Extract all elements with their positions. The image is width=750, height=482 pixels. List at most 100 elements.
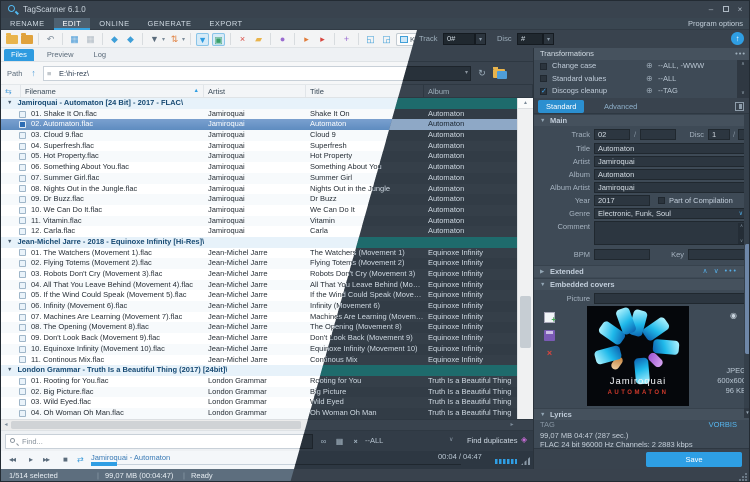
window-layout-icon[interactable]: ◱ bbox=[364, 33, 377, 46]
section-main[interactable]: ▼ Main bbox=[534, 114, 750, 126]
play-file-icon[interactable]: ▸ bbox=[300, 33, 313, 46]
disc-number-input[interactable]: # bbox=[517, 33, 543, 45]
transformation-item[interactable]: ✓Discogs cleanup⊕--TAG bbox=[534, 85, 750, 98]
scrollbar-thumb[interactable] bbox=[520, 296, 531, 348]
key-input[interactable] bbox=[688, 249, 747, 260]
expand-icon[interactable]: ▶ bbox=[540, 266, 544, 278]
scripts-icon[interactable]: + bbox=[340, 33, 353, 46]
scroll-up-icon[interactable]: ∧ bbox=[737, 60, 749, 69]
collapse-icon[interactable]: ▼ bbox=[7, 365, 12, 376]
refresh-icon[interactable]: ↻ bbox=[475, 66, 489, 81]
select-all-icon[interactable]: ▦ bbox=[68, 33, 81, 46]
scroll-down-icon[interactable]: ∨ bbox=[737, 89, 749, 98]
collapse-icon[interactable]: ▼ bbox=[540, 115, 545, 127]
undo-icon[interactable]: ↶ bbox=[44, 33, 57, 46]
track-input[interactable]: 02 bbox=[594, 129, 630, 140]
sort-icon[interactable]: ⇅ bbox=[168, 33, 181, 46]
maximize-button[interactable] bbox=[720, 4, 732, 15]
chevron-down-icon[interactable]: ▾ bbox=[543, 33, 554, 45]
find-duplicates-button[interactable]: Find duplicates bbox=[467, 436, 517, 445]
preview-pane-icon[interactable]: ▣ bbox=[212, 33, 225, 46]
tab-preview[interactable]: Preview bbox=[40, 49, 81, 61]
checkbox[interactable] bbox=[540, 63, 547, 70]
unselect-all-icon[interactable]: ▦ bbox=[84, 33, 97, 46]
save-picture-icon[interactable] bbox=[544, 330, 555, 341]
browse-folders-icon[interactable] bbox=[493, 69, 505, 78]
album-art[interactable]: Jamiroquai AUTOMATON bbox=[587, 306, 689, 406]
filter-icon[interactable]: ▼ bbox=[196, 33, 209, 46]
picture-name-input[interactable] bbox=[594, 293, 747, 304]
add-folder-icon[interactable] bbox=[21, 35, 33, 44]
chevron-down-icon[interactable]: ▾ bbox=[475, 33, 486, 45]
close-button[interactable]: × bbox=[734, 4, 746, 15]
find-duplicates-icon[interactable]: ◈ bbox=[521, 435, 527, 444]
menu-item-edit[interactable]: EDIT bbox=[54, 18, 91, 30]
vertical-scrollbar[interactable]: ▲ bbox=[517, 98, 533, 419]
path-up-button[interactable]: ↑ bbox=[27, 66, 40, 80]
disc-input[interactable]: 1 bbox=[708, 129, 730, 140]
menu-item-rename[interactable]: RENAME bbox=[1, 18, 54, 30]
search-scope-dropdown[interactable]: --ALL bbox=[365, 436, 383, 445]
transformation-item[interactable]: Standard values⊕--ALL bbox=[534, 73, 750, 86]
artist-info-icon[interactable]: ● bbox=[276, 33, 289, 46]
field-reorder-icons[interactable]: ∧ ∨ ••• bbox=[703, 266, 739, 278]
collapse-icon[interactable]: ▼ bbox=[7, 237, 12, 248]
scroll-down-icon[interactable]: ▼ bbox=[744, 408, 750, 418]
remove-tag-icon[interactable]: × bbox=[236, 33, 249, 46]
scroll-right-icon[interactable]: ▸ bbox=[507, 420, 517, 430]
player-next-icon[interactable]: ▸▸ bbox=[43, 455, 49, 464]
transformations-scrollbar[interactable]: ∧ ∨ bbox=[737, 60, 749, 98]
album-artist-input[interactable]: Jamiroquai bbox=[594, 182, 747, 193]
resize-grip[interactable] bbox=[739, 472, 748, 481]
menu-item-online[interactable]: ONLINE bbox=[90, 18, 138, 30]
editor-scrollbar[interactable] bbox=[744, 114, 750, 408]
find-input[interactable]: Find... bbox=[5, 434, 305, 449]
image-search-icon[interactable]: ▦ bbox=[333, 435, 346, 448]
playlist-icon[interactable]: ▸ bbox=[316, 33, 329, 46]
section-lyrics[interactable]: ▼ Lyrics bbox=[534, 408, 750, 420]
tab-log[interactable]: Log bbox=[87, 49, 114, 61]
delete-picture-icon[interactable]: × bbox=[544, 348, 555, 359]
track-number-input[interactable]: 0# bbox=[443, 33, 475, 45]
column-header-artist[interactable]: Artist bbox=[204, 85, 306, 97]
checkbox[interactable]: ✓ bbox=[540, 88, 547, 95]
title-input[interactable]: Automaton bbox=[594, 143, 747, 154]
comment-textarea[interactable]: ∧∨ bbox=[594, 221, 747, 245]
scroll-up-icon[interactable]: ▲ bbox=[518, 98, 533, 109]
year-input[interactable]: 2017 bbox=[594, 195, 650, 206]
go-button[interactable]: ↑ bbox=[731, 32, 744, 45]
scroll-left-icon[interactable]: ◂ bbox=[1, 420, 11, 430]
menu-item-export[interactable]: EXPORT bbox=[200, 18, 251, 30]
column-header-album[interactable]: Album bbox=[424, 85, 533, 97]
transformation-item[interactable]: Change case⊕--ALL, -WWW bbox=[534, 60, 750, 73]
write-tag-icon[interactable]: ▰ bbox=[252, 33, 265, 46]
player-stop-icon[interactable]: ■ bbox=[63, 455, 67, 464]
column-header-filename[interactable]: Filename▲ bbox=[21, 85, 204, 97]
key-icon[interactable]: + bbox=[346, 432, 364, 450]
add-picture-icon[interactable] bbox=[544, 312, 555, 323]
prev-file-icon[interactable]: ◆ bbox=[108, 33, 121, 46]
tab-advanced[interactable]: Advanced bbox=[596, 100, 645, 113]
chevron-down-icon[interactable]: ∨ bbox=[739, 209, 743, 219]
collapse-icon[interactable]: ▼ bbox=[540, 279, 545, 291]
chevron-down-icon[interactable]: ▾ bbox=[162, 36, 165, 43]
volume-slider[interactable] bbox=[495, 459, 517, 464]
tab-files[interactable]: Files bbox=[4, 49, 34, 61]
album-input[interactable]: Automaton bbox=[594, 169, 747, 180]
window-layout-2-icon[interactable]: ◲ bbox=[380, 33, 393, 46]
chevron-down-icon[interactable]: ∨ bbox=[449, 436, 453, 443]
player-prev-icon[interactable]: ◂◂ bbox=[9, 455, 15, 464]
swap-columns-icon[interactable]: ⇆ bbox=[1, 85, 21, 97]
open-folder-icon[interactable] bbox=[6, 35, 18, 44]
menu-item-generate[interactable]: GENERATE bbox=[139, 18, 201, 30]
checkbox[interactable] bbox=[540, 75, 547, 82]
player-play-icon[interactable]: ▸ bbox=[29, 455, 32, 464]
repeat-icon[interactable]: ⇄ bbox=[77, 455, 84, 464]
chevron-down-icon[interactable]: ▾ bbox=[182, 36, 185, 43]
tab-standard[interactable]: Standard bbox=[538, 100, 584, 113]
compilation-checkbox[interactable] bbox=[658, 197, 665, 204]
save-button[interactable]: Save bbox=[646, 452, 742, 467]
program-options-link[interactable]: Program options bbox=[688, 18, 743, 30]
panel-toggle-icon[interactable] bbox=[735, 102, 744, 111]
collapse-icon[interactable]: ▼ bbox=[7, 98, 12, 109]
